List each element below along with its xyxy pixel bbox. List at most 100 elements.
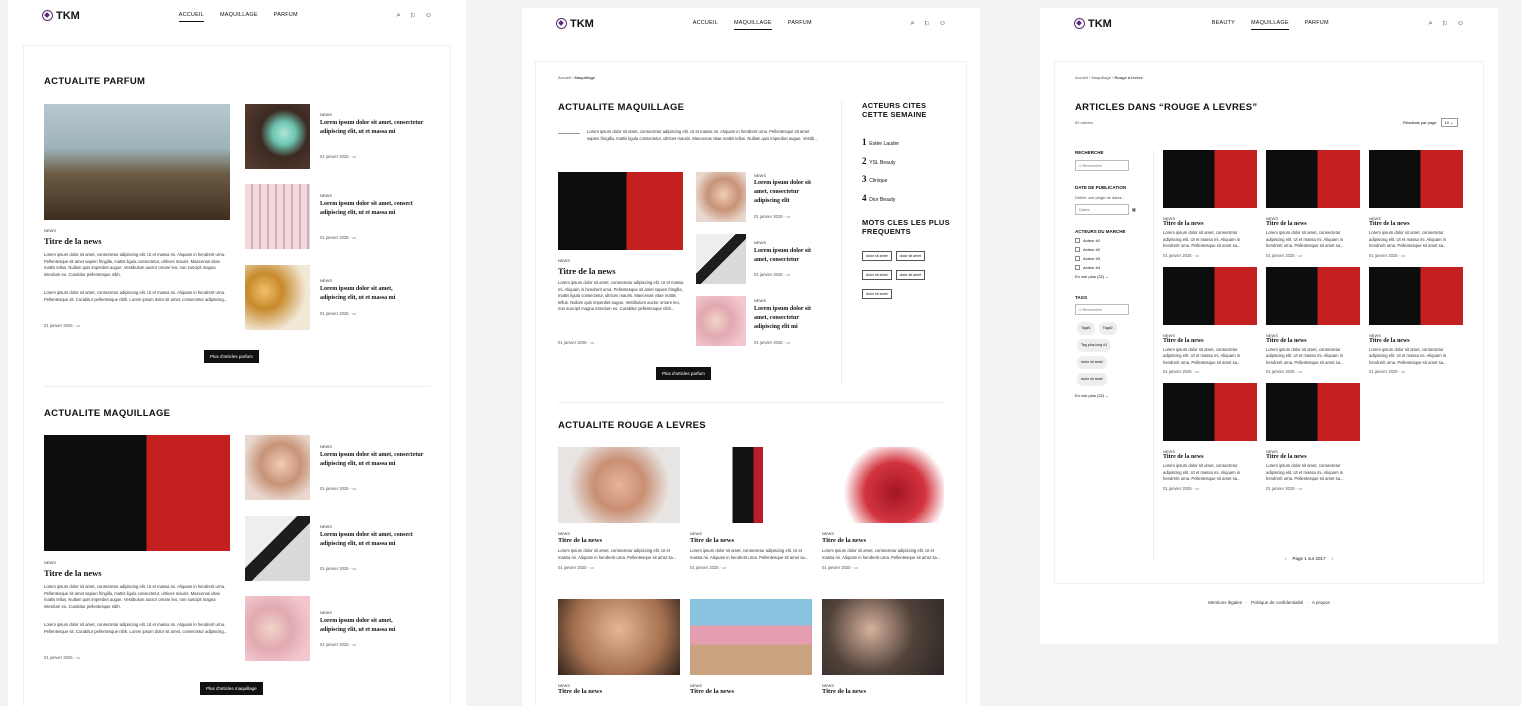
- main-article-title[interactable]: Titre de la news: [558, 266, 616, 276]
- date-input[interactable]: Dates: [1075, 204, 1129, 215]
- side-article-image[interactable]: [696, 172, 746, 222]
- more-articles-button[interactable]: Plus d'articles parfum: [656, 367, 711, 380]
- side-article-title[interactable]: Lorem ipsum dolor sit amet, consectetur …: [320, 451, 430, 469]
- side-article-title[interactable]: Lorem ipsum dolor sit amet, adipiscing e…: [320, 285, 420, 303]
- logo[interactable]: TKM: [556, 18, 594, 30]
- main-article-image[interactable]: [44, 435, 230, 551]
- side-article-image[interactable]: [245, 184, 310, 249]
- card-title[interactable]: Titre de la news: [1369, 221, 1463, 227]
- bookmark-icon[interactable]: ▭: [722, 565, 726, 570]
- side-article-image[interactable]: [245, 435, 310, 500]
- calendar-icon[interactable]: ▦: [1132, 207, 1136, 212]
- actor-checkbox[interactable]: Acteur #2: [1075, 247, 1145, 252]
- result-card[interactable]: NEWS Titre de la news Lorem ipsum dolor si…: [1369, 266, 1463, 374]
- more-parfum-button[interactable]: Plus d'articles parfum: [204, 350, 259, 363]
- bookmark-icon[interactable]: ▭: [1195, 253, 1199, 258]
- footer-link[interactable]: Mentions légales: [1208, 600, 1242, 605]
- main-article-image[interactable]: [44, 104, 230, 220]
- result-card[interactable]: NEWS Titre de la news Lorem ipsum dolor si…: [1163, 383, 1257, 491]
- search-icon[interactable]: ⌕: [1429, 20, 1433, 28]
- keyword-chip[interactable]: dolor sit amet: [862, 251, 892, 261]
- show-more-tags[interactable]: En voir plus (32) ⌄: [1075, 393, 1145, 398]
- keyword-chip[interactable]: dolor sit amet: [862, 289, 892, 299]
- chevron-right-icon[interactable]: ›: [1332, 556, 1334, 561]
- card-title[interactable]: Titre de la news: [1369, 338, 1463, 344]
- bookmark-icon[interactable]: ▭: [1195, 369, 1199, 374]
- card-image[interactable]: [822, 599, 944, 675]
- bookmark-icon[interactable]: ⚐: [1442, 20, 1448, 28]
- side-article-title[interactable]: Lorem ipsum dolor sit amet, consectetur …: [320, 119, 430, 137]
- keyword-chip[interactable]: dolor sit amet: [895, 251, 926, 261]
- side-article-title[interactable]: Lorem ipsum dolor sit amet, consect adip…: [320, 531, 432, 549]
- tag-pill[interactable]: dolor sit amet: [1077, 356, 1107, 369]
- side-article-image[interactable]: [696, 234, 746, 284]
- actor-checkbox[interactable]: Acteur #3: [1075, 256, 1145, 261]
- bookmark-icon[interactable]: ▭: [854, 565, 858, 570]
- card-title[interactable]: Titre de la news: [822, 688, 866, 695]
- actor-item[interactable]: 3 Clinique: [862, 171, 899, 190]
- bookmark-icon[interactable]: ▭: [1195, 486, 1199, 491]
- per-page-select[interactable]: 10 ⌄: [1440, 118, 1458, 127]
- nav-accueil[interactable]: ACCUEIL: [178, 9, 204, 22]
- user-icon[interactable]: ☺: [425, 12, 432, 20]
- keyword-chip[interactable]: dolor sit amet: [862, 270, 892, 280]
- more-maquillage-button[interactable]: Plus d'articles maquillage: [200, 682, 263, 695]
- result-card[interactable]: NEWS Titre de la news Lorem ipsum dolor si…: [1163, 150, 1257, 258]
- result-card[interactable]: NEWS Titre de la news Lorem ipsum dolor si…: [1369, 150, 1463, 258]
- bookmark-icon[interactable]: ⚐: [410, 12, 416, 20]
- card-title[interactable]: Titre de la news: [558, 688, 602, 695]
- tag-pill[interactable]: Tag#2: [1098, 322, 1117, 335]
- footer-link[interactable]: Politique de confidentialité: [1251, 600, 1303, 605]
- card-title[interactable]: Titre de la news: [1266, 221, 1360, 227]
- card-image[interactable]: [690, 447, 812, 523]
- actor-item[interactable]: 2 YSL Beauty: [862, 153, 899, 172]
- card-title[interactable]: Titre de la news: [1163, 338, 1257, 344]
- side-article-title[interactable]: Lorem ipsum dolor sit amet, consect adip…: [320, 200, 432, 218]
- card-title[interactable]: Titre de la news: [558, 537, 680, 544]
- card-image[interactable]: [690, 599, 812, 675]
- nav-parfum[interactable]: PARFUM: [274, 9, 298, 22]
- user-icon[interactable]: ☺: [1457, 20, 1464, 28]
- search-icon[interactable]: ⌕: [911, 20, 915, 28]
- tag-pill[interactable]: dolor sit amet: [1077, 373, 1107, 386]
- breadcrumb-item[interactable]: Accueil: [558, 75, 571, 80]
- side-article-image[interactable]: [245, 596, 310, 661]
- breadcrumb-item[interactable]: Accueil: [1075, 75, 1088, 80]
- card-title[interactable]: Titre de la news: [1163, 221, 1257, 227]
- bookmark-icon[interactable]: ▭: [1401, 253, 1405, 258]
- bookmark-icon[interactable]: ▭: [1298, 253, 1302, 258]
- bookmark-icon[interactable]: ▭: [76, 655, 80, 660]
- actor-item[interactable]: 4 Dior Beauty: [862, 190, 899, 209]
- nav-accueil[interactable]: ACCUEIL: [693, 17, 718, 30]
- keyword-chip[interactable]: dolor sit amet: [895, 270, 926, 280]
- card-title[interactable]: Titre de la news: [822, 537, 944, 544]
- bookmark-icon[interactable]: ▭: [352, 642, 356, 647]
- result-card[interactable]: NEWS Titre de la news Lorem ipsum dolor si…: [1266, 150, 1360, 258]
- actor-item[interactable]: 1 Estée Lauder: [862, 134, 899, 153]
- card-title[interactable]: Titre de la news: [1163, 454, 1257, 460]
- nav-parfum[interactable]: PARFUM: [788, 17, 812, 30]
- side-article-image[interactable]: [245, 104, 310, 169]
- nav-maquillage[interactable]: MAQUILLAGE: [220, 9, 258, 22]
- search-input[interactable]: ⌕ Recherche: [1075, 160, 1129, 171]
- bookmark-icon[interactable]: ▭: [352, 154, 356, 159]
- side-article-image[interactable]: [245, 516, 310, 581]
- nav-parfum[interactable]: PARFUM: [1305, 17, 1329, 30]
- bookmark-icon[interactable]: ▭: [76, 323, 80, 328]
- bookmark-icon[interactable]: ▭: [352, 566, 356, 571]
- card-title[interactable]: Titre de la news: [690, 688, 734, 695]
- show-more-actors[interactable]: En voir plus (32) ⌄: [1075, 274, 1145, 279]
- tag-pill[interactable]: Tag#1: [1077, 322, 1095, 335]
- actor-checkbox[interactable]: Acteur #4: [1075, 265, 1145, 270]
- card-title[interactable]: Titre de la news: [690, 537, 812, 544]
- user-icon[interactable]: ☺: [939, 20, 946, 28]
- footer-link[interactable]: A propos: [1312, 600, 1330, 605]
- bookmark-icon[interactable]: ▭: [590, 565, 594, 570]
- result-card[interactable]: NEWS Titre de la news Lorem ipsum dolor si…: [1266, 266, 1360, 374]
- tag-pill[interactable]: Tag plus long #1: [1077, 339, 1112, 352]
- main-article-image[interactable]: [558, 172, 683, 250]
- search-icon[interactable]: ⌕: [397, 12, 401, 20]
- tags-search-input[interactable]: ⌕ Recherche: [1075, 304, 1129, 315]
- bookmark-icon[interactable]: ▭: [1298, 486, 1302, 491]
- side-article-title[interactable]: Lorem ipsum dolor sit amet, consectetur …: [754, 305, 824, 332]
